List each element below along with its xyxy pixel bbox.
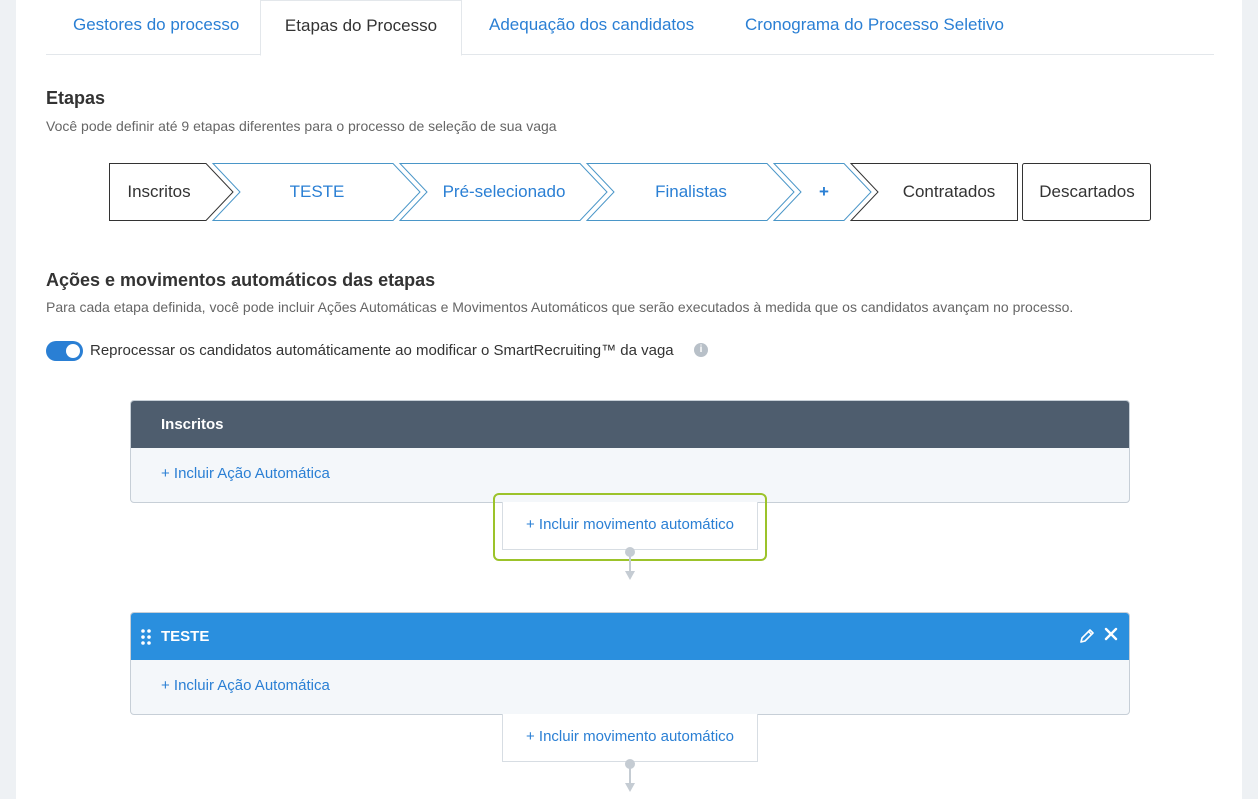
stage-descartados[interactable]: Descartados — [1023, 163, 1151, 221]
main-panel: Gestores do processo Etapas do Processo … — [16, 0, 1242, 799]
acoes-subtitle: Para cada etapa definida, você pode incl… — [46, 299, 1074, 315]
stage-card-inscritos: Inscritos + Incluir Ação Automática — [130, 400, 1130, 503]
tab-cronograma[interactable]: Cronograma do Processo Seletivo — [745, 0, 1004, 55]
card-header-teste: TESTE — [131, 613, 1129, 660]
stage-finalistas[interactable]: Finalistas — [601, 163, 781, 221]
stage-inscritos[interactable]: Inscritos — [109, 163, 209, 221]
edit-icon[interactable] — [1079, 628, 1095, 644]
stage-contratados[interactable]: Contratados — [881, 163, 1017, 221]
stage-card-teste: TESTE + Incluir Ação Automática — [130, 612, 1130, 715]
tab-adequacao[interactable]: Adequação dos candidatos — [489, 0, 694, 55]
card-title-teste: TESTE — [161, 628, 210, 645]
connector-arrow-icon — [625, 759, 635, 792]
include-action-button[interactable]: + Incluir Ação Automática — [131, 660, 1129, 714]
close-icon[interactable] — [1104, 627, 1118, 641]
etapas-title: Etapas — [46, 88, 106, 108]
acoes-title: Ações e movimentos automáticos das etapa… — [46, 270, 436, 290]
etapas-subtitle: Você pode definir até 9 etapas diferente… — [46, 118, 557, 134]
stage-pipeline: Inscritos TESTE Pré-selecionado Finalist… — [109, 163, 1152, 221]
reprocess-toggle-label: Reprocessar os candidatos automáticament… — [90, 342, 674, 359]
include-move-button[interactable]: + Incluir movimento automático — [502, 714, 758, 762]
info-icon[interactable]: i — [694, 343, 708, 357]
tab-gestores[interactable]: Gestores do processo — [73, 0, 239, 55]
stage-preselecionado[interactable]: Pré-selecionado — [414, 163, 594, 221]
tab-bar: Gestores do processo Etapas do Processo … — [46, 0, 1214, 56]
reprocess-toggle[interactable] — [46, 341, 83, 361]
add-stage-button[interactable]: + — [799, 163, 849, 221]
connector-arrow-icon — [625, 547, 635, 580]
drag-handle-icon[interactable] — [141, 629, 151, 645]
tab-etapas[interactable]: Etapas do Processo — [260, 0, 462, 56]
card-header-inscritos: Inscritos — [131, 401, 1129, 448]
stage-teste[interactable]: TESTE — [227, 163, 407, 221]
toggle-knob — [66, 344, 80, 358]
